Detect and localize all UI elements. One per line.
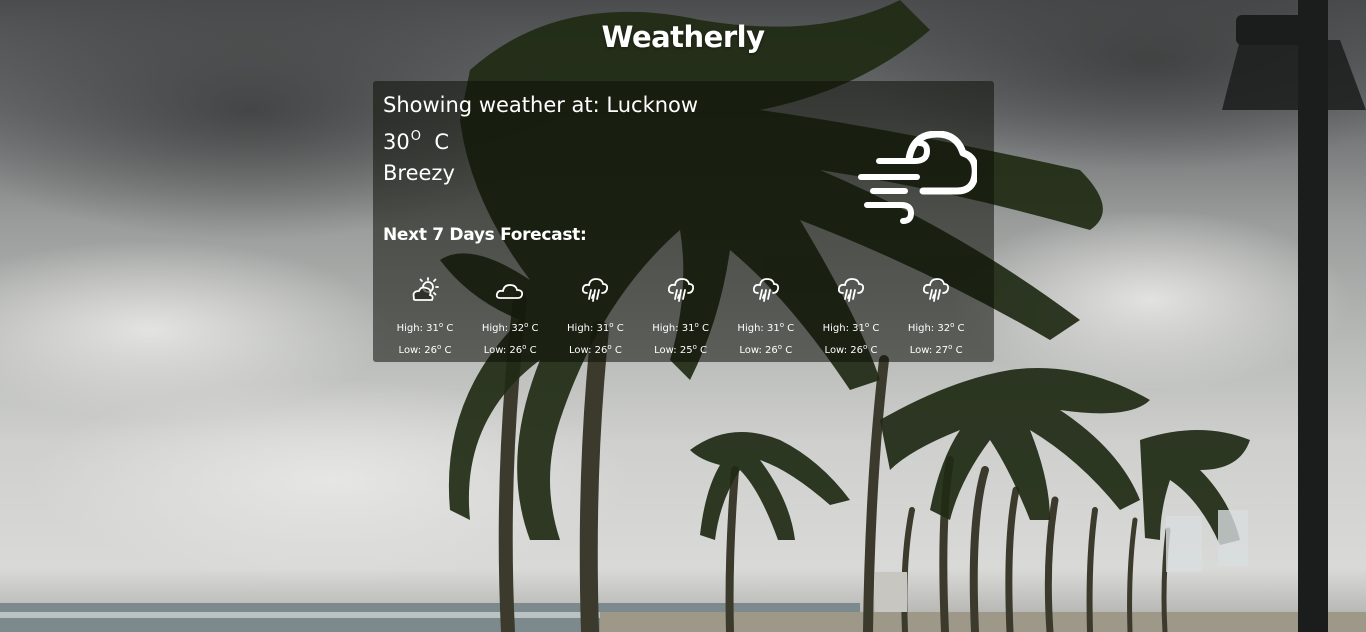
forecast-high: High: 32o C (907, 321, 965, 334)
rain-cloud-icon (582, 278, 609, 302)
forecast-high: High: 31o C (822, 321, 880, 334)
degree-symbol: o (864, 321, 870, 329)
forecast-title: Next 7 Days Forecast: (383, 225, 587, 245)
degree-symbol: o (607, 343, 612, 351)
weather-card: Showing weather at: Lucknow 30O C Breezy… (373, 81, 994, 362)
temperature-value: 30 (383, 130, 410, 154)
temperature-unit: C (434, 130, 449, 154)
app-title: Weatherly (601, 20, 765, 54)
wind-cloud-icon (858, 131, 977, 224)
degree-symbol: o (609, 321, 614, 329)
rain-cloud-icon (837, 278, 865, 302)
degree-symbol: o (438, 321, 444, 329)
forecast-day: High: 31o C Low: 26o C (726, 277, 806, 360)
forecast-low: Low: 26o C (483, 343, 537, 356)
degree-symbol: o (779, 321, 784, 329)
forecast-low: Low: 27o C (909, 343, 963, 356)
cloud-icon (496, 284, 524, 299)
rain-cloud-icon (667, 278, 694, 302)
forecast-day: High: 32o C Low: 26o C (470, 277, 550, 360)
degree-symbol: o (777, 343, 783, 351)
forecast-high: High: 31o C (737, 321, 795, 334)
forecast-low: Low: 26o C (824, 343, 878, 356)
location-label: Showing weather at: Lucknow (383, 93, 699, 117)
app-background: Weatherly Showing weather at: Lucknow 30… (0, 0, 1366, 632)
forecast-low: Low: 25o C (654, 343, 708, 356)
forecast-high: High: 31o C (652, 321, 709, 334)
degree-symbol: o (692, 343, 697, 351)
degree-symbol: o (436, 343, 442, 351)
forecast-low: Low: 26o C (568, 343, 622, 356)
forecast-day: High: 31o C Low: 26o C (555, 277, 635, 360)
degree-symbol: o (950, 321, 955, 329)
degree-symbol: o (694, 321, 699, 329)
partly-sunny-icon (412, 277, 439, 301)
forecast-high: High: 32o C (481, 321, 539, 334)
forecast-day: High: 31o C Low: 26o C (385, 277, 465, 360)
forecast-low: Low: 26o C (398, 343, 452, 356)
forecast-day: High: 32o C Low: 27o C (896, 277, 976, 360)
forecast-high: High: 31o C (567, 321, 624, 334)
forecast-day: High: 31o C Low: 25o C (641, 277, 721, 360)
forecast-low: Low: 26o C (739, 343, 793, 356)
rain-cloud-icon (923, 278, 950, 302)
degree-symbol: O (410, 129, 421, 144)
weather-summary: Breezy (383, 161, 455, 185)
forecast-high: High: 31o C (396, 321, 454, 334)
degree-symbol: o (948, 343, 953, 351)
degree-symbol: o (862, 343, 868, 351)
forecast-day: High: 31o C Low: 26o C (811, 277, 891, 360)
degree-symbol: o (524, 321, 529, 329)
current-temperature: 30O C (383, 129, 449, 154)
rain-cloud-icon (752, 278, 779, 302)
degree-symbol: o (522, 343, 527, 351)
